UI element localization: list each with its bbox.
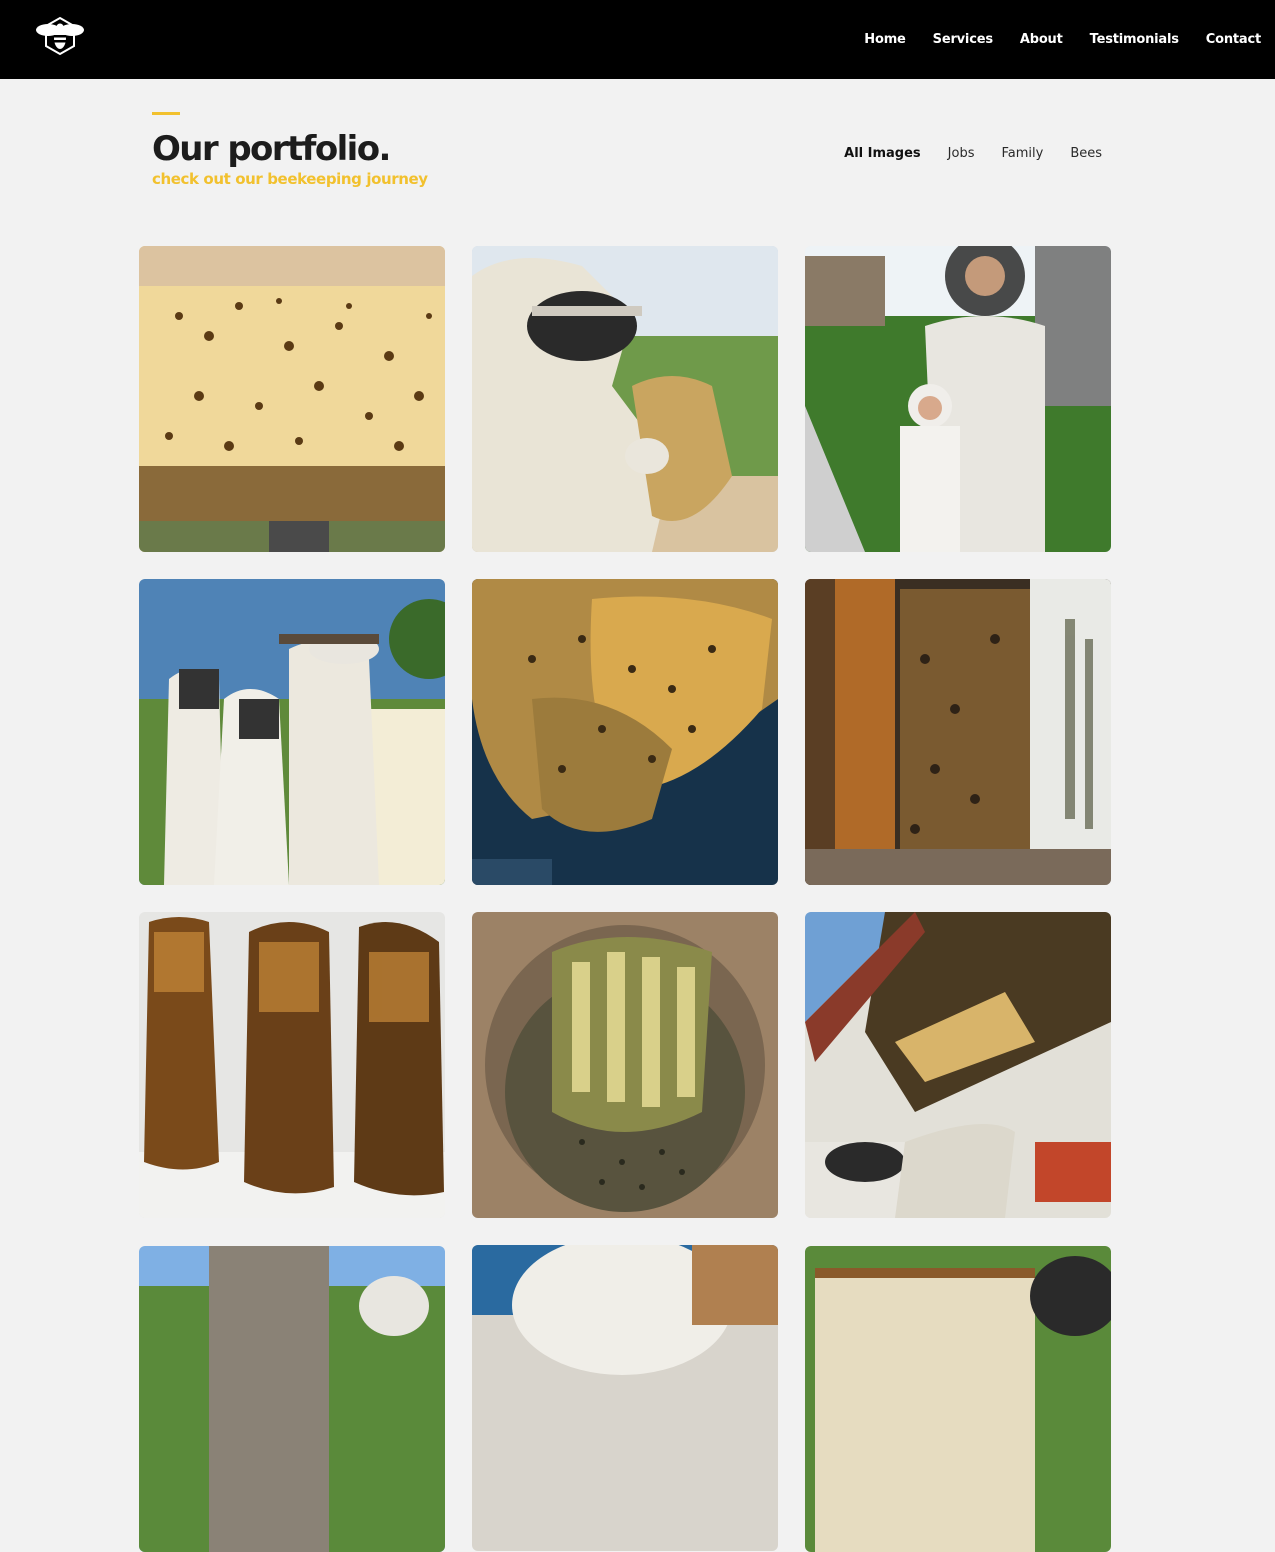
nav-contact[interactable]: Contact [1206,32,1261,47]
frame-inspection-photo[interactable] [805,1246,1111,1552]
nav-home[interactable]: Home [864,32,906,47]
family-suits-photo[interactable] [805,246,1111,552]
wall-colony-removal-photo[interactable] [805,579,1111,885]
nav-services[interactable]: Services [933,32,993,47]
main-nav: Home Services About Testimonials Contact [837,0,1261,79]
bucket-colony-photo[interactable] [472,912,778,1218]
filter-family[interactable]: Family [1001,144,1043,164]
ceiling-colony-removal-photo[interactable] [805,912,1111,1218]
hive-swarm-photo[interactable] [139,246,445,552]
chimney-removal-photo[interactable] [139,1246,445,1552]
bee-icon[interactable] [34,16,86,58]
beekeeper-comb-photo[interactable] [472,246,778,552]
filter-jobs[interactable]: Jobs [948,144,975,164]
page-subtitle: check out our beekeeping journey [152,170,428,188]
comb-slabs-photo[interactable] [139,912,445,1218]
family-hive-inspection-photo[interactable] [139,579,445,885]
filter-bees[interactable]: Bees [1070,144,1102,164]
filter-all-images[interactable]: All Images [844,144,921,164]
title-accent-line [152,112,180,115]
suited-beekeeper-photo[interactable] [472,1245,778,1551]
honeycomb-closeup-photo[interactable] [472,579,778,885]
nav-about[interactable]: About [1020,32,1063,47]
portfolio-filters: All Images Jobs Family Bees [817,144,1102,164]
page-title: Our portfolio. [152,129,391,169]
top-navbar: Home Services About Testimonials Contact [0,0,1275,79]
nav-testimonials[interactable]: Testimonials [1090,32,1179,47]
